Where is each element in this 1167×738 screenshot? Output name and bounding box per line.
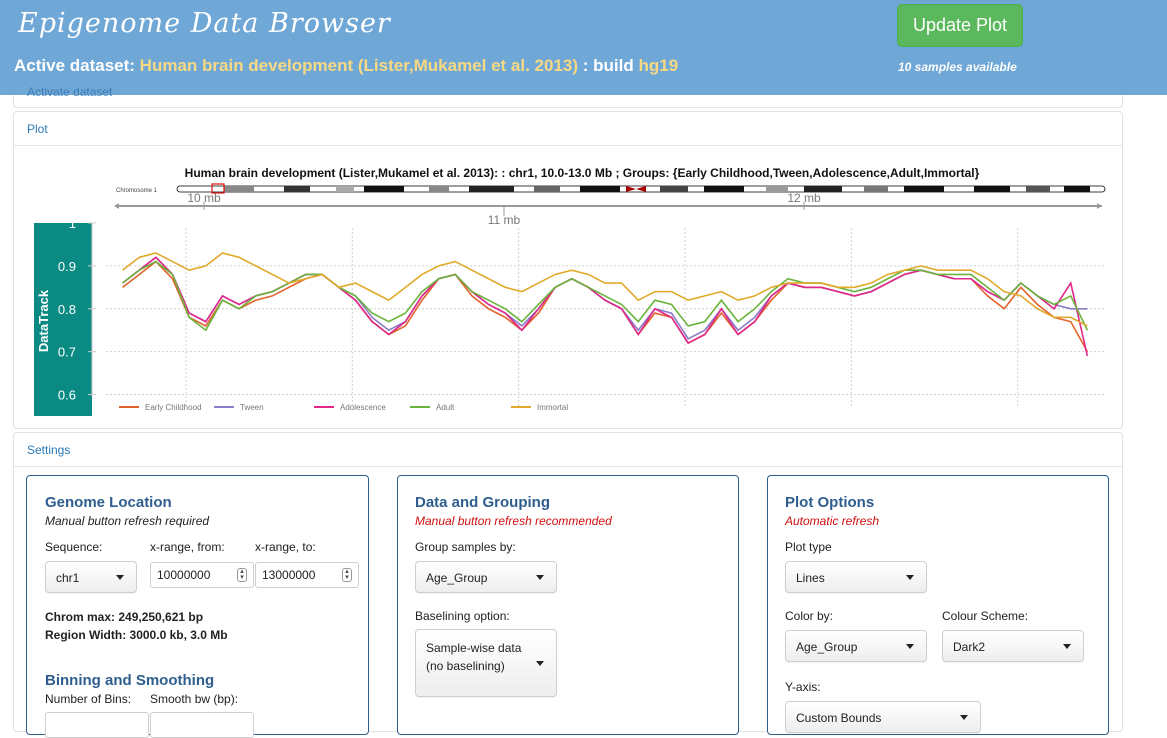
- y-axis-tick-label: 1: [69, 216, 76, 231]
- plot-type-label: Plot type: [785, 540, 832, 554]
- baselining-label: Baselining option:: [415, 609, 510, 623]
- y-axis-tick-label: 0.9: [58, 259, 76, 274]
- data-grouping-box: Data and Grouping Manual button refresh …: [397, 475, 739, 735]
- y-axis-tick-label: 0.8: [58, 302, 76, 317]
- smooth-bw-label: Smooth bw (bp):: [150, 692, 239, 706]
- data-grouping-subtitle: Manual button refresh recommended: [415, 514, 612, 528]
- x-range-to-label: x-range, to:: [255, 540, 316, 554]
- y-axis-label: Y-axis:: [785, 680, 821, 694]
- plot-options-box: Plot Options Automatic refresh Plot type…: [767, 475, 1109, 735]
- app-header: Epigenome Data Browser Active dataset: H…: [0, 0, 1167, 95]
- active-dataset-prefix: Active dataset:: [14, 56, 135, 75]
- x-range-from-value: 10000000: [157, 568, 211, 582]
- x-range-from-label: x-range, from:: [150, 540, 225, 554]
- series-line-immortal: [122, 252, 1088, 327]
- plot-type-value: Lines: [796, 571, 825, 585]
- baselining-value-line1: Sample-wise data: [426, 641, 522, 655]
- legend-label: Tween: [240, 403, 264, 412]
- sequence-label: Sequence:: [45, 540, 103, 554]
- chrom-max: Chrom max: 249,250,621 bp: [45, 610, 204, 624]
- group-samples-label: Group samples by:: [415, 540, 516, 554]
- color-by-value: Age_Group: [796, 640, 858, 654]
- legend-label: Adolescence: [340, 403, 386, 412]
- x-range-from-input[interactable]: 10000000 ▴ ▾: [150, 562, 254, 588]
- stepper-icon[interactable]: ▴ ▾: [342, 568, 352, 582]
- colour-scheme-value: Dark2: [953, 640, 986, 654]
- plot-panel-heading[interactable]: Plot: [14, 112, 1122, 146]
- update-plot-button[interactable]: Update Plot: [897, 4, 1023, 47]
- plot-type-select[interactable]: Lines: [785, 561, 927, 593]
- build-value: hg19: [638, 56, 679, 75]
- y-axis-select[interactable]: Custom Bounds: [785, 701, 981, 733]
- baselining-value-line2: (no baselining): [426, 659, 505, 673]
- y-axis-tick-label: 0.7: [58, 345, 76, 360]
- plot-panel: Plot Human brain development (Lister,Muk…: [13, 111, 1123, 429]
- chevron-down-icon: [536, 575, 544, 580]
- chevron-down-icon: [1063, 644, 1071, 649]
- number-of-bins-input[interactable]: [45, 712, 149, 738]
- legend-label: Early Childhood: [145, 403, 201, 412]
- plot-figure: Human brain development (Lister,Mukamel …: [34, 166, 1106, 416]
- binning-title: Binning and Smoothing: [45, 672, 215, 689]
- stepper-icon[interactable]: ▴ ▾: [237, 568, 247, 582]
- genome-axis: [114, 203, 1102, 209]
- chromosome-ideogram: [176, 183, 1106, 194]
- color-by-label: Color by:: [785, 609, 834, 623]
- active-dataset-name: Human brain development (Lister,Mukamel …: [139, 56, 579, 75]
- color-by-select[interactable]: Age_Group: [785, 630, 927, 662]
- baselining-select[interactable]: Sample-wise data (no baselining): [415, 629, 557, 697]
- settings-panel-heading[interactable]: Settings: [14, 433, 1122, 467]
- number-of-bins-label: Number of Bins:: [45, 692, 132, 706]
- chevron-down-icon: [906, 644, 914, 649]
- genome-axis-tick-label: 11 mb: [488, 213, 521, 227]
- ideogram-label: Chromosome 1: [116, 188, 158, 194]
- y-axis-value: Custom Bounds: [796, 711, 882, 725]
- region-width: Region Width: 3000.0 kb, 3.0 Mb: [45, 628, 228, 642]
- genome-axis-tick-label: 12 mb: [787, 191, 821, 205]
- genome-location-title: Genome Location: [45, 494, 172, 511]
- x-range-to-input[interactable]: 13000000 ▴ ▾: [255, 562, 359, 588]
- group-samples-select[interactable]: Age_Group: [415, 561, 557, 593]
- genome-location-box: Genome Location Manual button refresh re…: [26, 475, 369, 738]
- legend-label: Immortal: [537, 403, 568, 412]
- group-samples-value: Age_Group: [426, 571, 488, 585]
- genome-axis-tick-label: 10 mb: [187, 191, 221, 205]
- plot-options-title: Plot Options: [785, 494, 875, 511]
- chevron-down-icon: [906, 575, 914, 580]
- x-range-to-value: 13000000: [262, 568, 316, 582]
- smooth-bw-input[interactable]: [150, 712, 254, 738]
- chevron-down-icon: [116, 575, 124, 580]
- sequence-select-value: chr1: [56, 571, 80, 585]
- samples-available-note: 10 samples available: [898, 60, 1017, 74]
- build-prefix: : build: [582, 56, 634, 75]
- chevron-down-icon: [536, 661, 544, 666]
- genome-location-subtitle: Manual button refresh required: [45, 514, 210, 528]
- data-track-label: DataTrack: [36, 289, 51, 352]
- legend-label: Adult: [436, 403, 455, 412]
- plot-title: Human brain development (Lister,Mukamel …: [185, 166, 980, 180]
- data-grouping-title: Data and Grouping: [415, 494, 550, 511]
- chevron-down-icon: [960, 715, 968, 720]
- active-dataset-line: Active dataset: Human brain development …: [14, 56, 678, 76]
- app-title: Epigenome Data Browser: [18, 8, 391, 39]
- activate-dataset-link[interactable]: Activate dataset: [27, 85, 112, 99]
- plot-options-subtitle: Automatic refresh: [785, 514, 880, 528]
- sequence-select[interactable]: chr1: [45, 561, 137, 593]
- colour-scheme-select[interactable]: Dark2: [942, 630, 1084, 662]
- y-axis-tick-label: 0.6: [58, 388, 76, 403]
- colour-scheme-label: Colour Scheme:: [942, 609, 1029, 623]
